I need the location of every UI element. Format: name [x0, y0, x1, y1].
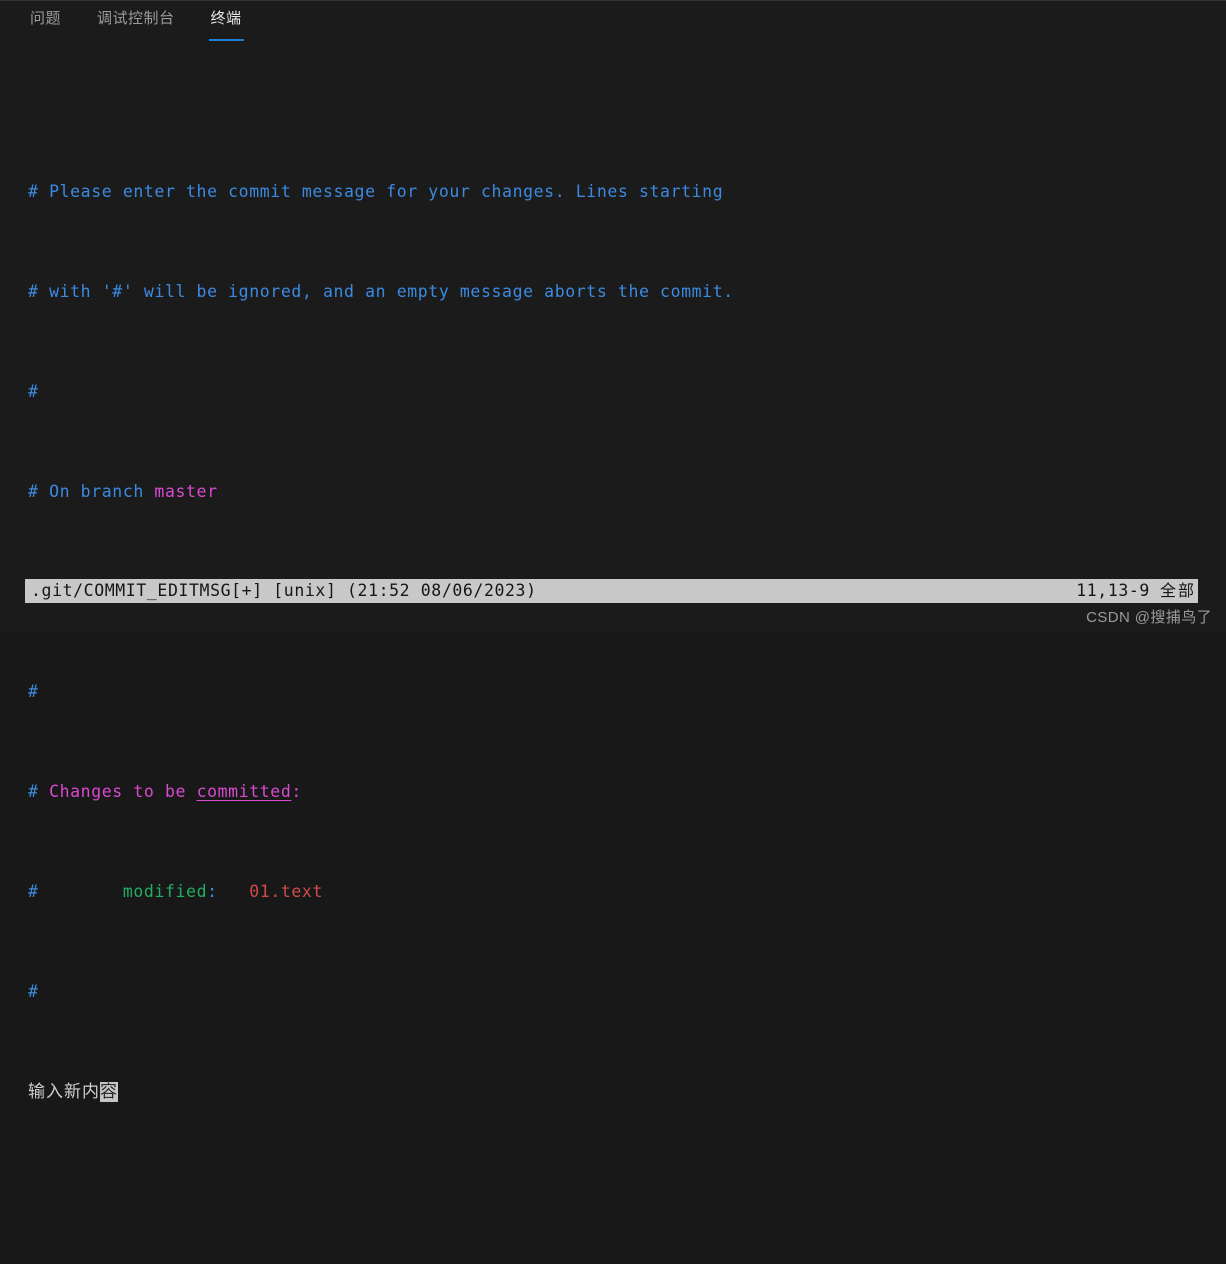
panel-tab-bar: 问题 调试控制台 终端 [0, 1, 1226, 51]
comment-hash: # [28, 682, 39, 701]
tab-terminal-label: 终端 [210, 10, 242, 27]
terminal-line: # modified: 01.text [28, 879, 1226, 904]
comment-hash: # [28, 882, 39, 901]
watermark-text: CSDN @搜捕鸟了 [1086, 609, 1212, 626]
branch-name: master [154, 482, 218, 501]
comment-hash: # [28, 382, 39, 401]
terminal-line: # [28, 679, 1226, 704]
modified-file-name: 01.text [249, 882, 324, 901]
terminal-line: # with '#' will be ignored, and an empty… [28, 279, 1226, 304]
terminal-line: # Changes to be committed: [28, 779, 1226, 804]
terminal-line-text: On branch [49, 482, 155, 501]
gap-space [218, 882, 250, 901]
terminal-line: # [28, 379, 1226, 404]
scroll-scope-indicator: 全部 [1159, 581, 1196, 600]
comment-hash: # [28, 982, 39, 1001]
tab-terminal[interactable]: 终端 [208, 1, 244, 41]
terminal-line: # [28, 979, 1226, 1004]
tab-problems-label: 问题 [30, 10, 62, 27]
commit-message-text: 输入新内 [28, 1082, 100, 1102]
terminal-text-buffer: # Please enter the commit message for yo… [28, 104, 1226, 1264]
changes-header-text: Changes to be [49, 782, 197, 801]
file-status-label: modified [122, 882, 208, 901]
comment-hash: # [28, 282, 50, 301]
status-file-info: .git/COMMIT_EDITMSG[+] [unix] (21:52 08/… [31, 581, 537, 600]
comment-hash: # [28, 482, 50, 501]
commit-message-input-line[interactable]: 输入新内容 [28, 1079, 1226, 1104]
terminal-line: # On branch master [28, 479, 1226, 504]
changes-header-underlined: committed [196, 782, 292, 801]
terminal-line: # Please enter the commit message for yo… [28, 179, 1226, 204]
tab-debug-console-label: 调试控制台 [97, 10, 175, 27]
terminal-panel: 问题 调试控制台 终端 # Please enter the commit me… [0, 0, 1226, 1102]
tab-debug-console[interactable]: 调试控制台 [95, 1, 177, 36]
file-status-colon: : [207, 882, 218, 901]
cursor-position-indicator: 11,13-9 [1076, 581, 1150, 600]
terminal-output-area[interactable]: # Please enter the commit message for yo… [0, 51, 1226, 1102]
changes-header-colon: : [291, 782, 302, 801]
vim-status-line: .git/COMMIT_EDITMSG[+] [unix] (21:52 08/… [25, 579, 1198, 603]
terminal-line-text: with '#' will be ignored, and an empty m… [49, 282, 734, 301]
comment-hash: # [28, 182, 50, 201]
status-right-group: 11,13-9 全部 [1076, 579, 1196, 603]
tab-problems[interactable]: 问题 [28, 1, 63, 36]
text-cursor: 容 [100, 1082, 118, 1102]
terminal-line-text: Please enter the commit message for your… [49, 182, 724, 201]
comment-hash: # [28, 782, 50, 801]
